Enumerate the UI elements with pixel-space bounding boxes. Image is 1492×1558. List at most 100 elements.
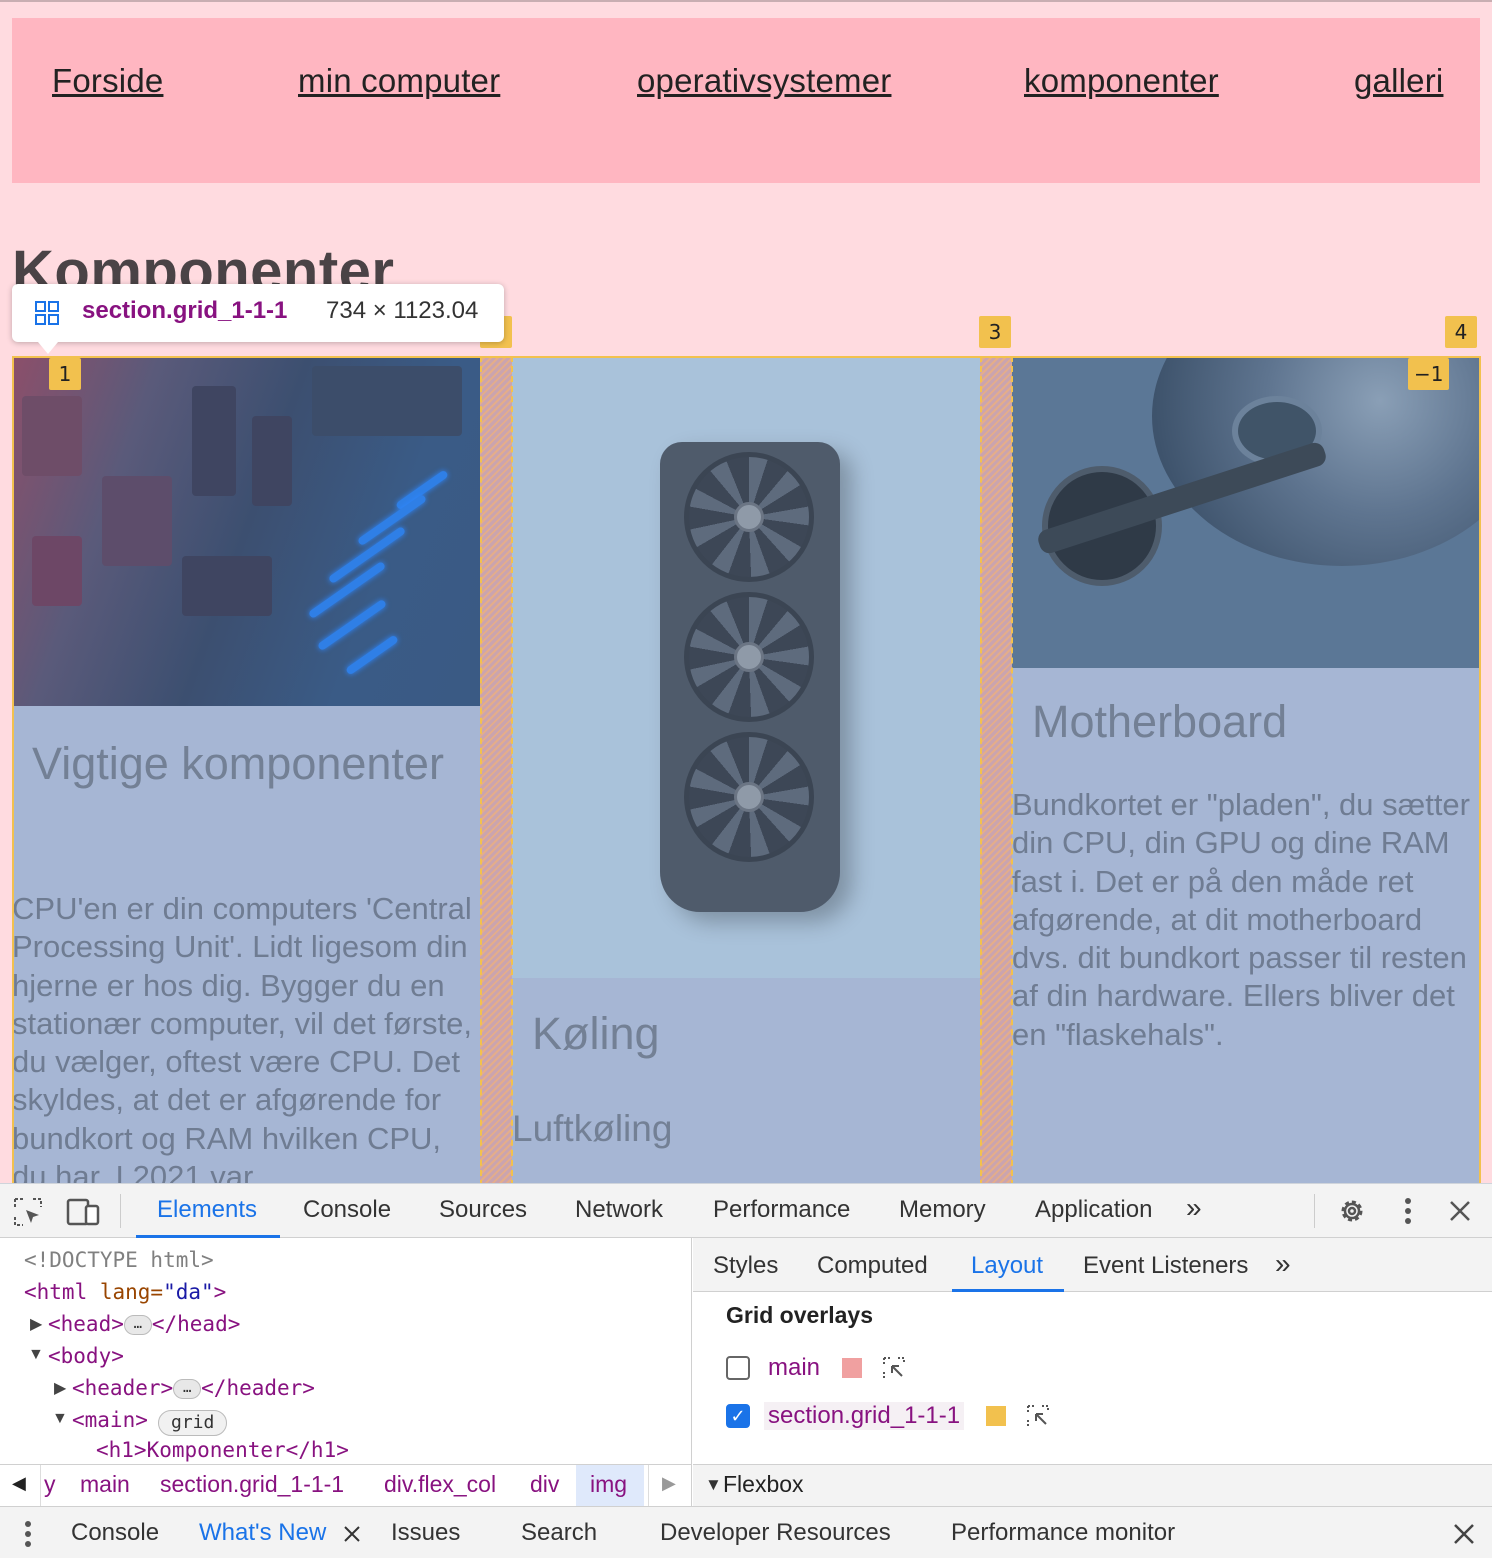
collapse-triangle-icon[interactable]: ▼ xyxy=(52,1410,68,1428)
nav-link-galleri[interactable]: galleri xyxy=(1354,62,1443,100)
tab-performance[interactable]: Performance xyxy=(713,1196,850,1224)
drawer-tab-bar: Console What's New Issues Search Develop… xyxy=(0,1506,1492,1558)
layout-sidebar: Styles Computed Layout Event Listeners »… xyxy=(693,1238,1492,1464)
dom-doctype[interactable]: <!DOCTYPE html> xyxy=(24,1248,214,1272)
grid-column-cpu: Vigtige komponenter CPU'en er din comput… xyxy=(12,356,480,1183)
nav-link-forside[interactable]: Forside xyxy=(52,62,163,100)
card-subtitle-luftkoling: Luftkøling xyxy=(512,1108,673,1149)
flexbox-section-header[interactable]: ▼ Flexbox xyxy=(693,1464,1492,1506)
flexbox-label: Flexbox xyxy=(723,1471,804,1497)
tooltip-element-name: section.grid_1-1-1 xyxy=(82,297,288,324)
breadcrumb-item[interactable]: div xyxy=(530,1471,559,1498)
dom-header-node[interactable]: <header>… </header> xyxy=(72,1376,315,1400)
devtools-tab-bar: Elements Console Sources Network Perform… xyxy=(0,1184,1492,1238)
overlay-row-section: ✓ section.grid_1-1-1 xyxy=(726,1400,1226,1434)
drawer-tab-developer-resources[interactable]: Developer Resources xyxy=(660,1519,891,1547)
page-viewport: Forside min computer operativsystemer ko… xyxy=(0,0,1492,1183)
grid-column-motherboard: Motherboard Bundkortet er "pladen", du s… xyxy=(1012,356,1480,1183)
grid-line xyxy=(480,356,482,1183)
drawer-tab-issues[interactable]: Issues xyxy=(391,1519,460,1547)
tab-network[interactable]: Network xyxy=(575,1196,663,1224)
grid-overlays-heading: Grid overlays xyxy=(726,1302,874,1328)
breadcrumb: ◀ y main section.grid_1-1-1 div.flex_col… xyxy=(0,1464,692,1506)
more-side-tabs-icon[interactable]: » xyxy=(1275,1248,1291,1280)
tab-sources[interactable]: Sources xyxy=(439,1196,527,1224)
site-navigation: Forside min computer operativsystemer ko… xyxy=(12,18,1480,183)
drawer-tab-console[interactable]: Console xyxy=(71,1519,159,1547)
elements-dom-tree: <!DOCTYPE html> <html lang="da"> ▶ <head… xyxy=(0,1238,692,1464)
tab-application[interactable]: Application xyxy=(1035,1196,1152,1224)
card-text-motherboard: Bundkortet er "pladen", du sætter din CP… xyxy=(1012,787,1470,1052)
grid-line-badge-4: 4 xyxy=(1445,316,1477,348)
kebab-menu-icon[interactable] xyxy=(1398,1196,1418,1226)
nav-link-min-computer[interactable]: min computer xyxy=(298,62,500,100)
grid-gap-overlay xyxy=(980,356,1012,1183)
drawer-menu-icon[interactable] xyxy=(20,1519,36,1549)
highlight-element-icon[interactable] xyxy=(882,1356,906,1380)
card-title-vigtige-komponenter: Vigtige komponenter xyxy=(32,738,444,789)
tab-event-listeners[interactable]: Event Listeners xyxy=(1083,1252,1248,1280)
sidebar-tab-bar: Styles Computed Layout Event Listeners » xyxy=(693,1238,1492,1292)
grid-line-badge-3: 3 xyxy=(979,316,1011,348)
devtools-panel: Elements Console Sources Network Perform… xyxy=(0,1183,1492,1558)
grid-icon xyxy=(35,301,59,325)
expand-triangle-icon[interactable]: ▶ xyxy=(54,1378,66,1398)
overlay-color-swatch[interactable] xyxy=(986,1406,1006,1426)
expand-triangle-icon[interactable]: ▶ xyxy=(30,1314,42,1334)
grid-column-koling: Køling Luftkøling xyxy=(512,356,980,1183)
close-tab-icon[interactable] xyxy=(342,1524,362,1544)
drawer-tab-performance-monitor[interactable]: Performance monitor xyxy=(951,1519,1175,1547)
overlay-checkbox-section[interactable]: ✓ xyxy=(726,1404,750,1428)
grid-line-badge-neg1: −1 xyxy=(1408,358,1450,390)
tab-elements[interactable]: Elements xyxy=(157,1196,257,1224)
breadcrumb-item[interactable]: y xyxy=(44,1471,56,1498)
breadcrumb-item[interactable]: div.flex_col xyxy=(384,1471,496,1498)
grid-line xyxy=(1011,356,1013,1183)
tab-console[interactable]: Console xyxy=(303,1196,391,1224)
card-text-cpu: CPU'en er din computers 'Central Process… xyxy=(12,891,473,1183)
highlight-element-icon[interactable] xyxy=(1026,1404,1050,1428)
cpu-circuit-image xyxy=(12,356,480,706)
collapse-triangle-icon: ▼ xyxy=(705,1475,722,1494)
dom-h1-node[interactable]: <h1>Komponenter</h1> xyxy=(96,1438,349,1462)
dom-html-node[interactable]: <html lang="da"> xyxy=(24,1280,226,1304)
dom-body-node[interactable]: <body> xyxy=(48,1344,124,1368)
inspect-element-icon[interactable] xyxy=(12,1196,44,1228)
nav-link-operativsystemer[interactable]: operativsystemer xyxy=(637,62,891,100)
grid-line-badge-1: 1 xyxy=(49,358,81,390)
close-drawer-icon[interactable] xyxy=(1452,1522,1476,1546)
grid-line xyxy=(980,356,982,1183)
hard-drive-image xyxy=(1012,356,1480,668)
gpu-image xyxy=(512,356,980,978)
grid-line xyxy=(511,356,513,1183)
breadcrumb-scroll-left-icon[interactable]: ◀ xyxy=(12,1473,26,1494)
tab-layout[interactable]: Layout xyxy=(971,1252,1043,1280)
breadcrumb-scroll-right-icon[interactable]: ▶ xyxy=(662,1473,676,1494)
card-title-koling: Køling xyxy=(532,1008,660,1059)
more-tabs-icon[interactable]: » xyxy=(1186,1192,1202,1224)
tab-memory[interactable]: Memory xyxy=(899,1196,986,1224)
dom-main-node[interactable]: <main> xyxy=(72,1408,148,1432)
overlay-checkbox-main[interactable] xyxy=(726,1356,750,1380)
nav-link-komponenter[interactable]: komponenter xyxy=(1024,62,1219,100)
drawer-tab-whats-new[interactable]: What's New xyxy=(199,1519,326,1547)
overlay-label-section: section.grid_1-1-1 xyxy=(764,1402,965,1430)
breadcrumb-item[interactable]: img xyxy=(590,1471,627,1498)
tab-styles[interactable]: Styles xyxy=(713,1252,778,1280)
card-title-motherboard: Motherboard xyxy=(1032,696,1288,747)
device-toolbar-icon[interactable] xyxy=(66,1196,102,1228)
grid-badge[interactable]: grid xyxy=(158,1410,228,1436)
tab-computed[interactable]: Computed xyxy=(817,1252,928,1280)
breadcrumb-item[interactable]: main xyxy=(80,1471,130,1498)
close-devtools-icon[interactable] xyxy=(1448,1199,1472,1223)
drawer-tab-search[interactable]: Search xyxy=(521,1519,597,1547)
overlay-color-swatch[interactable] xyxy=(842,1358,862,1378)
overlay-row-main: main xyxy=(726,1352,1226,1386)
overlay-label-main: main xyxy=(768,1354,821,1381)
collapse-triangle-icon[interactable]: ▼ xyxy=(28,1346,44,1364)
tooltip-dimensions: 734 × 1123.04 xyxy=(326,297,479,324)
inspector-tooltip: section.grid_1-1-1 734 × 1123.04 xyxy=(12,284,504,342)
dom-head-node[interactable]: <head>… </head> xyxy=(48,1312,240,1336)
settings-gear-icon[interactable] xyxy=(1336,1195,1368,1227)
breadcrumb-item[interactable]: section.grid_1-1-1 xyxy=(160,1471,344,1498)
